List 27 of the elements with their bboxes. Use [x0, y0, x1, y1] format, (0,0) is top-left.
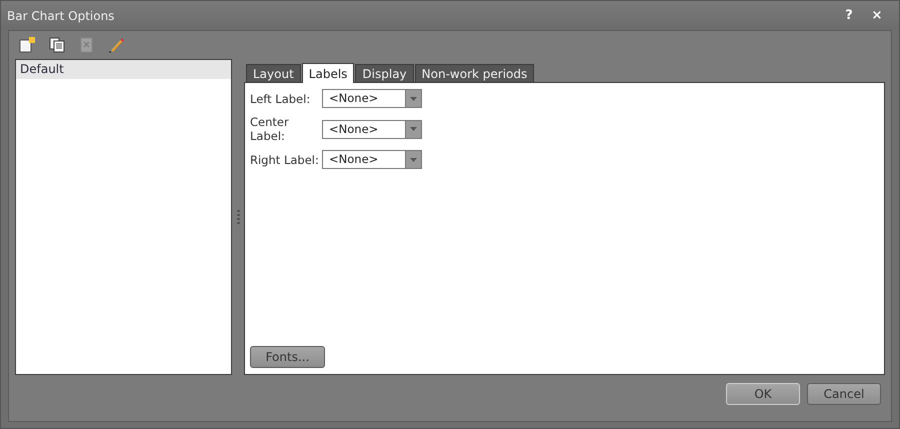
dialog-button[interactable]: Cancel [807, 383, 881, 405]
tab[interactable]: Layout [246, 64, 301, 82]
dropdown-arrow-icon [410, 127, 417, 131]
tab[interactable]: Non-work periods [414, 64, 534, 82]
tab[interactable]: Display [355, 64, 414, 82]
fonts-button[interactable]: Fonts... [250, 346, 325, 368]
splitter-grip-icon[interactable] [236, 210, 240, 224]
dropdown[interactable]: <None> [322, 120, 422, 138]
dialog-button[interactable]: OK [726, 383, 800, 405]
new-document-icon [19, 37, 35, 53]
copy-icon [49, 37, 65, 53]
window-title: Bar Chart Options [7, 8, 116, 22]
close-button[interactable]: × [863, 8, 891, 23]
field-label: Center Label: [250, 115, 290, 143]
field-label: Right Label: [250, 152, 320, 166]
copy-button[interactable] [47, 35, 67, 55]
dropdown-arrow-icon [410, 96, 417, 100]
pencil-icon [109, 37, 125, 53]
list-item[interactable]: Default [16, 60, 231, 79]
help-button[interactable]: ? [835, 8, 863, 23]
dropdown[interactable]: <None> [322, 89, 422, 108]
field-label: Left Label: [250, 92, 312, 106]
dropdown[interactable]: <None> [322, 150, 422, 169]
delete-icon [79, 37, 95, 53]
new-button[interactable] [17, 35, 37, 55]
dropdown-arrow-icon [410, 158, 417, 162]
tab[interactable]: Labels [302, 63, 354, 83]
